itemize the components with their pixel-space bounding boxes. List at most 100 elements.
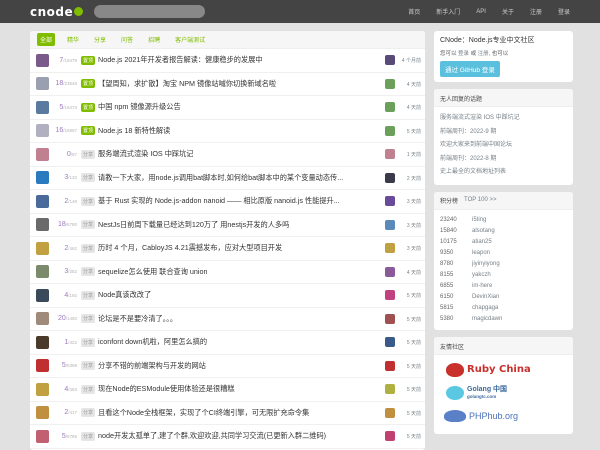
ranking-user-link[interactable]: jiyinyiyong — [472, 259, 500, 270]
topic-row[interactable]: 3/282 分享 sequelize怎么使用 联合查询 union 4 天前 — [30, 261, 425, 284]
topic-row[interactable]: 18/6780 分享 NestJs日前周下载量已经达到120万了 用nestjs开发… — [30, 214, 425, 237]
topic-row[interactable]: 18/23548 置顶 【望周知，求扩散】淘宝 NPM 镜像站喊你切换新域名啦 4 天… — [30, 73, 425, 96]
noreply-topic-link[interactable]: 服务端流式渲染 IOS 中踩坑记 — [440, 112, 567, 126]
last-reply-avatar[interactable] — [385, 243, 395, 253]
user-avatar[interactable] — [36, 429, 49, 443]
user-avatar[interactable] — [36, 406, 49, 420]
topic-title[interactable]: Node.js 2021年开发者报告解读：健康稳步的发展中 — [98, 55, 263, 65]
ranking-user-link[interactable]: yakczh — [472, 270, 491, 281]
topic-row[interactable]: 16/15867 置顶 Node.js 18 新特性解读 5 天前 — [30, 120, 425, 143]
topic-row[interactable]: 7/19479 置顶 Node.js 2021年开发者报告解读：健康稳步的发展中 4 … — [30, 49, 425, 73]
last-reply-avatar[interactable] — [385, 219, 395, 230]
user-avatar[interactable] — [36, 194, 49, 208]
last-reply-avatar[interactable] — [385, 431, 395, 441]
nav-link[interactable]: 登录 — [558, 7, 570, 16]
topic-row[interactable]: 4/483 分享 现在Node的ESModule使用体验还是很糟糕 5 天前 — [30, 378, 425, 402]
topic-title[interactable]: 服务端流式渲染 IOS 中踩坑记 — [98, 149, 193, 159]
user-avatar[interactable] — [36, 288, 49, 302]
nav-link[interactable]: 注册 — [530, 7, 542, 16]
last-reply-avatar[interactable] — [385, 337, 395, 347]
last-reply-avatar[interactable] — [385, 313, 395, 324]
last-reply-avatar[interactable] — [385, 266, 395, 277]
ruby-china-link[interactable]: Ruby China — [440, 360, 567, 380]
nav-link[interactable]: 新手入门 — [436, 7, 460, 16]
user-avatar[interactable] — [36, 124, 49, 138]
topic-title[interactable]: 且看这个Node全栈框架，实现了个CI终端引擎，可无限扩充命令集 — [98, 408, 309, 418]
ranking-user-link[interactable]: chapgaga — [472, 303, 498, 314]
last-reply-avatar[interactable] — [385, 384, 395, 394]
user-avatar[interactable] — [36, 359, 49, 373]
github-login-button[interactable]: 通过 GitHub 登录 — [440, 61, 500, 77]
user-avatar[interactable] — [36, 241, 49, 255]
topic-title[interactable]: 历时 4 个月，CabloyJS 4.21震撼发布，应对大型项目开发 — [98, 243, 282, 253]
nav-link[interactable]: API — [476, 9, 486, 15]
phphub-link[interactable]: PHPhub.org — [440, 406, 567, 426]
last-reply-avatar[interactable] — [385, 78, 395, 89]
topic-row[interactable]: 1/422 分享 iconfont down机啦，阿里怎么搞的 5 天前 — [30, 331, 425, 355]
topic-row[interactable]: 3/132 分享 请教一下大家，用node.js调用bat脚本时,如何给bat脚本中… — [30, 167, 425, 190]
user-avatar[interactable] — [36, 312, 49, 326]
topic-title[interactable]: Node真该改改了 — [98, 290, 151, 300]
topic-row[interactable]: 2/149 分享 基于 Rust 实现的 Node.js-addon nanoid … — [30, 190, 425, 214]
topic-row[interactable]: 2/417 分享 且看这个Node全栈框架，实现了个CI终端引擎，可无限扩充命令集 5… — [30, 402, 425, 425]
topic-row[interactable]: 2/462 分享 历时 4 个月，CabloyJS 4.21震撼发布，应对大型项目开… — [30, 237, 425, 261]
ranking-user-link[interactable]: magicdawn — [472, 314, 502, 325]
last-reply-avatar[interactable] — [385, 125, 395, 136]
topic-title[interactable]: 基于 Rust 实现的 Node.js-addon nanoid —— 相比原版… — [98, 196, 340, 206]
last-reply-avatar[interactable] — [385, 360, 395, 371]
topic-title[interactable]: Node.js 18 新特性解读 — [98, 126, 170, 136]
noreply-topic-link[interactable]: 前端周刊：2022-8 期 — [440, 153, 567, 167]
ranking-user-link[interactable]: alsotang — [472, 226, 495, 237]
register-link[interactable]: 注册 — [478, 51, 489, 57]
tab-item[interactable]: 分享 — [91, 33, 109, 46]
top100-link[interactable]: TOP 100 >> — [464, 197, 496, 203]
topic-title[interactable]: 分享不错的前端架构与开发的网站 — [98, 361, 206, 371]
last-reply-avatar[interactable] — [385, 172, 395, 183]
last-reply-avatar[interactable] — [385, 55, 395, 65]
site-logo[interactable]: cnode — [30, 5, 84, 19]
topic-title[interactable]: sequelize怎么使用 联合查询 union — [98, 267, 207, 277]
ranking-user-link[interactable]: DevinXian — [472, 292, 499, 303]
tab-item[interactable]: 招聘 — [145, 33, 163, 46]
tab-item[interactable]: 客户端测试 — [172, 33, 208, 46]
user-avatar[interactable] — [36, 53, 49, 67]
nav-link[interactable]: 关于 — [502, 7, 514, 16]
tab-item[interactable]: 精华 — [64, 33, 82, 46]
user-avatar[interactable] — [36, 77, 49, 91]
ranking-user-link[interactable]: leapon — [472, 248, 490, 259]
noreply-topic-link[interactable]: 欢迎大家来到前端中国论坛 — [440, 139, 567, 153]
user-avatar[interactable] — [36, 335, 49, 349]
search-input[interactable] — [94, 5, 205, 18]
golang-china-link[interactable]: Golang 中国 golangtc.com — [440, 383, 567, 403]
user-avatar[interactable] — [36, 265, 49, 279]
tab-item[interactable]: 全部 — [37, 33, 56, 46]
topic-row[interactable]: 20/1450 分享 论坛是不是要冷清了。。。 5 天前 — [30, 308, 425, 331]
topic-title[interactable]: 论坛是不是要冷清了。。。 — [98, 314, 177, 324]
ranking-user-link[interactable]: atian25 — [472, 237, 492, 248]
ranking-user-link[interactable]: im-here — [472, 281, 492, 292]
user-avatar[interactable] — [36, 382, 49, 396]
topic-title[interactable]: 请教一下大家，用node.js调用bat脚本时,如何给bat脚本中的某个变量动态… — [98, 173, 343, 183]
nav-link[interactable]: 首页 — [408, 7, 420, 16]
last-reply-avatar[interactable] — [385, 196, 395, 206]
ranking-user-link[interactable]: i5ting — [472, 215, 486, 226]
topic-title[interactable]: node开发太孤单了,建了个群,欢迎欢迎,共同学习交流(已更新入群二维码) — [98, 431, 326, 441]
noreply-topic-link[interactable]: 前端周刊：2022-9 期 — [440, 126, 567, 140]
topic-title[interactable]: 【望周知，求扩散】淘宝 NPM 镜像站喊你切换新域名啦 — [98, 79, 276, 89]
topic-title[interactable]: NestJs日前周下载量已经达到120万了 用nestjs开发的人多吗 — [98, 220, 289, 230]
last-reply-avatar[interactable] — [385, 149, 395, 159]
user-avatar[interactable] — [36, 100, 49, 114]
topic-row[interactable]: 5/16473 置顶 中国 npm 镜像源升级公告 4 天前 — [30, 96, 425, 120]
topic-row[interactable]: 5/6789 分享 node开发太孤单了,建了个群,欢迎欢迎,共同学习交流(已更新入… — [30, 425, 425, 449]
topic-title[interactable]: 现在Node的ESModule使用体验还是很糟糕 — [98, 384, 235, 394]
tab-item[interactable]: 问答 — [118, 33, 136, 46]
topic-row[interactable]: 5/5398 分享 分享不错的前端架构与开发的网站 5 天前 — [30, 355, 425, 378]
last-reply-avatar[interactable] — [385, 102, 395, 112]
noreply-topic-link[interactable]: 史上最全的文档地址列表 — [440, 166, 567, 180]
login-link[interactable]: 登录 — [458, 51, 469, 57]
topic-title[interactable]: iconfont down机啦，阿里怎么搞的 — [98, 337, 207, 347]
topic-title[interactable]: 中国 npm 镜像源升级公告 — [98, 102, 181, 112]
last-reply-avatar[interactable] — [385, 407, 395, 418]
user-avatar[interactable] — [36, 218, 49, 232]
topic-row[interactable]: 4/192 分享 Node真该改改了 5 天前 — [30, 284, 425, 308]
